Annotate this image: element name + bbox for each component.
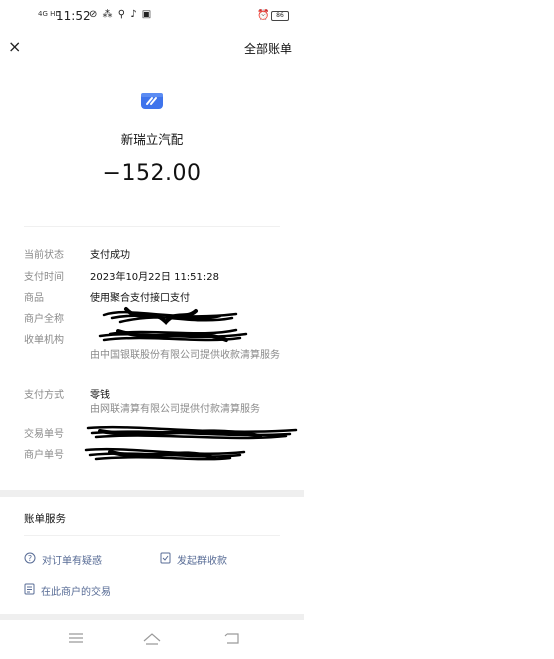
product-value: 使用聚合支付接口支付 bbox=[90, 293, 190, 304]
acquirer-label: 收单机构 bbox=[24, 335, 64, 346]
home-icon[interactable] bbox=[143, 630, 161, 649]
merchant-name: 新瑞立汽配 bbox=[120, 132, 184, 147]
merchant-no-label: 商户单号 bbox=[24, 450, 64, 461]
battery-icon: 86 bbox=[271, 11, 289, 21]
notification-icons: ⊘ ⁂ ⚲ ♪ ▣ bbox=[89, 9, 153, 20]
divider bbox=[24, 226, 280, 227]
merchant-logo-icon bbox=[141, 93, 163, 109]
time-value: 2023年10月22日 11:51:28 bbox=[90, 272, 219, 283]
status-bar: 4G HD 11:52 ⊘ ⁂ ⚲ ♪ ▣ ⏰ 86 bbox=[0, 0, 304, 30]
merchant-trades-label: 在此商户的交易 bbox=[41, 587, 111, 598]
group-collect-label: 发起群收款 bbox=[177, 556, 227, 567]
status-time: 11:52 bbox=[56, 9, 91, 23]
method-note: 由网联清算有限公司提供付款清算服务 bbox=[90, 404, 260, 415]
section-gap bbox=[0, 490, 304, 497]
back-icon[interactable] bbox=[224, 630, 240, 649]
close-icon[interactable]: × bbox=[8, 37, 21, 56]
divider bbox=[24, 535, 280, 536]
group-collect-link[interactable]: 发起群收款 bbox=[160, 552, 227, 567]
phone-screen: 4G HD 11:52 ⊘ ⁂ ⚲ ♪ ▣ ⏰ 86 × 全部账单 新瑞立汽配 … bbox=[0, 0, 304, 659]
status-label: 当前状态 bbox=[24, 250, 64, 261]
question-circle-icon: ? bbox=[24, 552, 36, 567]
time-label: 支付时间 bbox=[24, 272, 64, 283]
method-label: 支付方式 bbox=[24, 390, 64, 401]
merchant-trades-link[interactable]: 在此商户的交易 bbox=[24, 583, 111, 598]
document-icon bbox=[24, 583, 35, 598]
product-label: 商品 bbox=[24, 293, 44, 304]
svg-text:?: ? bbox=[28, 554, 32, 563]
checklist-icon bbox=[160, 552, 171, 567]
alarm-icon: ⏰ bbox=[257, 10, 270, 21]
status-value: 支付成功 bbox=[90, 250, 130, 261]
question-order-label: 对订单有疑惑 bbox=[42, 556, 102, 567]
all-bills-link[interactable]: 全部账单 bbox=[244, 40, 292, 57]
menu-icon[interactable] bbox=[68, 630, 84, 649]
question-order-link[interactable]: ? 对订单有疑惑 bbox=[24, 552, 102, 567]
trade-no-label: 交易单号 bbox=[24, 429, 64, 440]
acquirer-note: 由中国银联股份有限公司提供收款清算服务 bbox=[90, 350, 280, 361]
system-nav-bar bbox=[0, 620, 304, 659]
method-value: 零钱 bbox=[90, 390, 110, 401]
merchant-full-label: 商户全称 bbox=[24, 314, 64, 325]
services-title: 账单服务 bbox=[24, 513, 66, 525]
payment-amount: −152.00 bbox=[102, 161, 202, 186]
